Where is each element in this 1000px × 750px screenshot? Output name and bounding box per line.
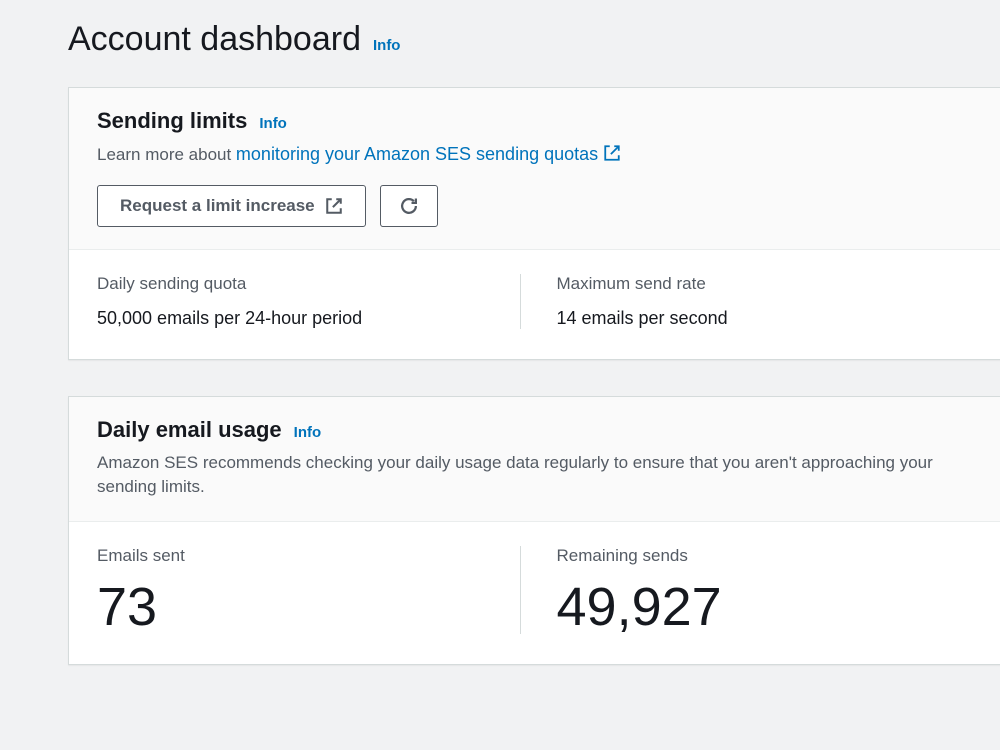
remaining-sends-value: 49,927: [557, 580, 980, 634]
sending-limits-body: Daily sending quota 50,000 emails per 24…: [69, 250, 1000, 359]
sending-limits-title: Sending limits: [97, 108, 247, 134]
sending-limits-card: Sending limits Info Learn more about mon…: [68, 87, 1000, 360]
daily-usage-desc: Amazon SES recommends checking your dail…: [97, 451, 983, 499]
page-info-link[interactable]: Info: [373, 37, 401, 54]
max-send-rate-metric: Maximum send rate 14 emails per second: [520, 274, 980, 329]
emails-sent-label: Emails sent: [97, 546, 520, 566]
page-header: Account dashboard Info: [68, 20, 1000, 59]
daily-quota-metric: Daily sending quota 50,000 emails per 24…: [97, 274, 520, 329]
remaining-sends-metric: Remaining sends 49,927: [520, 546, 980, 634]
refresh-icon: [399, 196, 419, 216]
external-link-icon: [603, 144, 621, 162]
emails-sent-value: 73: [97, 580, 520, 634]
sending-limits-desc: Learn more about monitoring your Amazon …: [97, 142, 983, 167]
daily-usage-body: Emails sent 73 Remaining sends 49,927: [69, 522, 1000, 664]
sending-quotas-link[interactable]: monitoring your Amazon SES sending quota…: [236, 144, 621, 164]
emails-sent-metric: Emails sent 73: [97, 546, 520, 634]
daily-usage-card: Daily email usage Info Amazon SES recomm…: [68, 396, 1000, 665]
sending-limits-desc-prefix: Learn more about: [97, 145, 236, 164]
refresh-button[interactable]: [380, 185, 438, 227]
page-title: Account dashboard: [68, 20, 361, 59]
daily-usage-header: Daily email usage Info Amazon SES recomm…: [69, 397, 1000, 522]
max-send-rate-label: Maximum send rate: [557, 274, 980, 294]
external-link-icon: [325, 197, 343, 215]
daily-quota-value: 50,000 emails per 24-hour period: [97, 308, 520, 329]
max-send-rate-value: 14 emails per second: [557, 308, 980, 329]
sending-limits-header: Sending limits Info Learn more about mon…: [69, 88, 1000, 250]
request-limit-label: Request a limit increase: [120, 196, 315, 216]
daily-usage-title: Daily email usage: [97, 417, 282, 443]
daily-usage-info-link[interactable]: Info: [294, 424, 322, 441]
request-limit-increase-button[interactable]: Request a limit increase: [97, 185, 366, 227]
sending-limits-info-link[interactable]: Info: [259, 115, 287, 132]
remaining-sends-label: Remaining sends: [557, 546, 980, 566]
daily-quota-label: Daily sending quota: [97, 274, 520, 294]
